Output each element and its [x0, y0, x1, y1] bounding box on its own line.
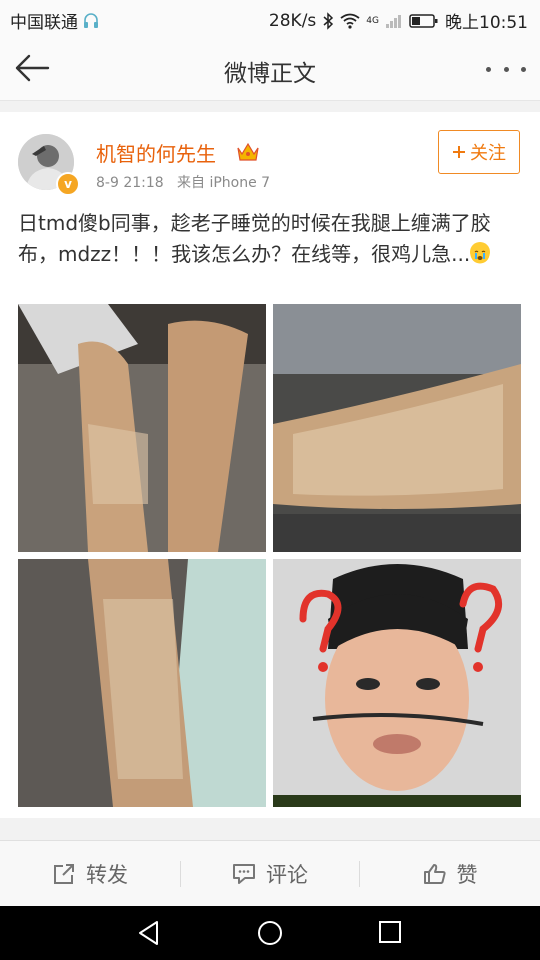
- clock: 晚上10:51: [445, 13, 528, 33]
- more-dot-icon: [521, 66, 526, 72]
- repost-icon: [54, 864, 74, 884]
- comment-button[interactable]: 评论: [181, 841, 359, 907]
- thumbs-up-icon: [423, 864, 446, 884]
- post-text: 日tmd傻b同事，趁老子睡觉的时候在我腿上缠满了胶布，mdzz！！！我该怎么办？…: [18, 208, 524, 270]
- like-label: 赞: [456, 863, 478, 887]
- bluetooth-icon: [323, 11, 334, 30]
- meme-face-photo[interactable]: [273, 559, 521, 807]
- member-crown-icon[interactable]: [236, 140, 260, 162]
- post-meta: 8-9 21:18 来自 iPhone 7: [96, 175, 271, 191]
- comment-icon: [233, 864, 255, 884]
- more-dot-icon: [486, 66, 491, 72]
- carrier-label: 中国联通: [10, 13, 78, 33]
- action-bar: 转发 评论 赞: [0, 840, 540, 907]
- repost-label: 转发: [86, 863, 128, 887]
- post-card: v 机智的何先生 8-9 21:18 来自 iPhone 7 关注 日tmd傻b…: [0, 112, 540, 818]
- repost-button[interactable]: 转发: [0, 841, 180, 907]
- nav-back-icon[interactable]: [136, 920, 162, 946]
- more-options-button[interactable]: [486, 56, 526, 82]
- leg-taped-photo-3[interactable]: [18, 559, 266, 807]
- status-bar: 中国联通 28K/s 4G 晚上10:51: [0, 0, 540, 36]
- comment-label: 评论: [266, 863, 308, 887]
- network-speed: 28K/s: [268, 10, 317, 31]
- wifi-icon: [340, 13, 360, 29]
- username[interactable]: 机智的何先生: [96, 138, 216, 167]
- nav-recents-icon[interactable]: [378, 920, 402, 944]
- leg-taped-photo-2[interactable]: [273, 304, 521, 552]
- nav-bar: 微博正文: [0, 36, 540, 101]
- follow-label: 关注: [470, 143, 506, 164]
- battery-icon: [409, 13, 438, 28]
- more-dot-icon: [503, 66, 509, 72]
- network-type: 4G: [366, 15, 379, 26]
- leg-taped-photo-1[interactable]: [18, 304, 266, 552]
- plus-icon: [453, 146, 465, 158]
- nav-home-icon[interactable]: [257, 920, 283, 946]
- system-nav-bar: [0, 906, 540, 960]
- post-body: 日tmd傻b同事，趁老子睡觉的时候在我腿上缠满了胶布，mdzz！！！我该怎么办？…: [18, 211, 491, 266]
- signal-icon: [386, 14, 401, 28]
- verified-badge: v: [56, 172, 80, 196]
- crying-emoji-icon: [470, 242, 491, 264]
- follow-button[interactable]: 关注: [438, 130, 520, 174]
- page-title: 微博正文: [224, 61, 316, 87]
- like-button[interactable]: 赞: [360, 841, 540, 907]
- headset-icon: [84, 12, 98, 28]
